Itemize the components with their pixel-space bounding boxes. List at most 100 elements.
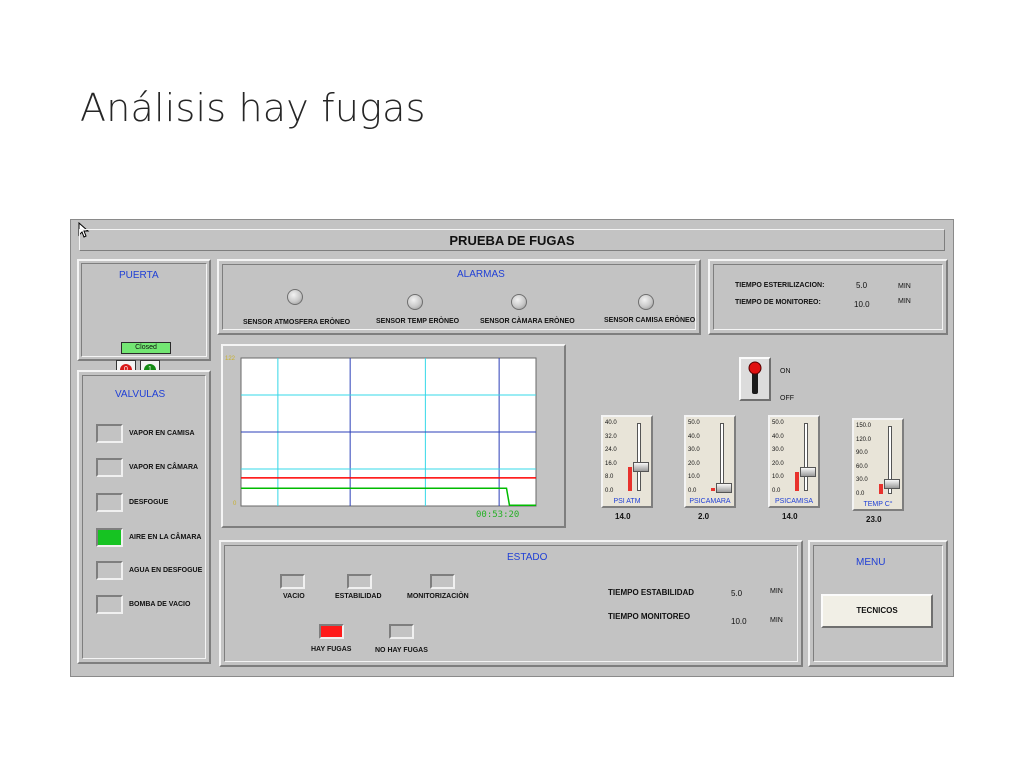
switch-on-label: ON: [780, 368, 791, 375]
gauge-caption: PSI ATM: [613, 498, 641, 505]
slide-title: Análisis hay fugas: [80, 86, 426, 130]
menu-title: MENU: [856, 557, 886, 568]
no-hay-fugas-label: NO HAY FUGAS: [375, 647, 428, 654]
alarm-label-temp: SENSOR TEMP ERÒNEO: [376, 318, 460, 325]
gauge-thumb[interactable]: [716, 483, 732, 494]
monitoreo-time-unit: MIN: [770, 617, 783, 624]
gauge-fill: [879, 483, 883, 494]
gauge-track: [720, 423, 724, 491]
gauge-tick-label: 50.0: [772, 420, 784, 426]
gauge-tick-label: 40.0: [772, 433, 784, 440]
gauge-value: 14.0: [782, 512, 798, 521]
gauge-tick-label: 16.0: [605, 460, 617, 467]
alarmas-title: ALARMAS: [457, 269, 505, 280]
gauge-fill: [795, 471, 799, 491]
gauge-caption: TEMP C°: [863, 501, 893, 508]
valvulas-title: VALVULAS: [115, 389, 166, 400]
esterilizacion-label: TIEMPO ESTERILIZACION:: [735, 282, 825, 289]
power-toggle-switch[interactable]: [739, 357, 771, 401]
gauge-tick-label: 120.0: [856, 436, 872, 443]
esterilizacion-unit: MIN: [898, 283, 911, 290]
valve-label: BOMBA DE VACIO: [129, 601, 191, 608]
hay-fugas-indicator: [319, 624, 344, 639]
gauge-tick-label: 32.0: [605, 433, 617, 440]
valve-label: DESFOGUE: [129, 499, 169, 506]
no-hay-fugas-indicator: [389, 624, 414, 639]
alarm-lamp-temp: [407, 294, 423, 310]
monitoreo-value: 10.0: [854, 300, 870, 309]
alarm-label-camara: SENSOR CÀMARA ERÒNEO: [480, 318, 575, 325]
gauge-tick-label: 30.0: [772, 447, 784, 454]
trend-y-max-label: 122: [225, 356, 236, 362]
alarmas-panel: ALARMAS SENSOR ATMOSFERA ERÒNEO SENSOR T…: [217, 259, 701, 335]
lever-icon: [748, 361, 762, 394]
valve-indicator[interactable]: [96, 458, 123, 477]
valve-indicator[interactable]: [96, 424, 123, 443]
monitoreo-unit: MIN: [898, 298, 911, 305]
window-title: PRUEBA DE FUGAS: [449, 233, 575, 248]
gauge-tick-label: 0.0: [772, 488, 781, 494]
valvulas-panel: VALVULAS VAPOR EN CAMISA VAPOR EN CÂMARA D…: [77, 370, 211, 664]
valve-indicator[interactable]: [96, 493, 123, 512]
gauge-tick-label: 0.0: [605, 488, 614, 494]
door-status-indicator: Closed: [121, 342, 171, 354]
estabilidad-label: ESTABILIDAD: [335, 593, 382, 600]
estabilidad-time-value: 5.0: [731, 589, 743, 598]
tecnicos-button[interactable]: TECNICOS: [821, 594, 933, 628]
monitoreo-label: TIEMPO DE MONITOREO:: [735, 299, 821, 306]
title-bar: PRUEBA DE FUGAS: [79, 229, 945, 251]
gauge-slider[interactable]: 40.0 32.0 24.0 16.0 8.0 0.0 PSI ATM: [601, 415, 653, 508]
estabilidad-time-unit: MIN: [770, 588, 783, 595]
gauge-tick-label: 50.0: [688, 420, 700, 426]
gauge-slider[interactable]: 50.0 40.0 30.0 20.0 10.0 0.0 PSICAMARA: [684, 415, 736, 508]
gauge-tick-label: 20.0: [688, 460, 700, 467]
gauge-tick-label: 30.0: [856, 477, 868, 484]
gauge-track: [637, 423, 641, 491]
gauge-thumb[interactable]: [633, 462, 649, 473]
monitorizacion-label: MONITORIZACIÒN: [407, 593, 469, 600]
gauge-fill: [711, 488, 715, 491]
gauge-tick-label: 20.0: [772, 460, 784, 467]
valve-indicator[interactable]: [96, 561, 123, 580]
trend-chart: 122 0 00:53:20: [221, 344, 566, 528]
estado-title: ESTADO: [507, 552, 548, 563]
alarm-lamp-camisa: [638, 294, 654, 310]
trend-y-min-label: 0: [233, 501, 237, 507]
gauge-tick-label: 40.0: [688, 433, 700, 440]
gauge-tick-label: 0.0: [688, 488, 697, 494]
gauge-caption: PSICAMARA: [689, 498, 731, 505]
gauge-tick-label: 60.0: [856, 463, 868, 470]
gauge-tick-label: 30.0: [688, 447, 700, 454]
gauge-caption: PSICAMISA: [774, 498, 814, 505]
vacio-indicator: [280, 574, 305, 589]
alarm-label-camisa: SENSOR CAMISA ERÒNEO: [604, 317, 696, 324]
gauge-slider[interactable]: 150.0 120.0 90.0 60.0 30.0 0.0 TEMP C°: [852, 418, 904, 511]
estabilidad-time-label: TIEMPO ESTABILIDAD: [608, 588, 695, 597]
valve-indicator[interactable]: [96, 595, 123, 614]
gauge-thumb[interactable]: [800, 466, 816, 477]
valve-label: AGUA EN DESFOGUE: [129, 567, 203, 574]
gauge-tick-label: 90.0: [856, 450, 868, 457]
trend-plot: [240, 357, 537, 507]
gauge-tick-label: 10.0: [688, 474, 700, 481]
hmi-window: PRUEBA DE FUGAS PUERTA Closed 0 1 ALARMA…: [70, 219, 954, 677]
switch-off-label: OFF: [780, 395, 794, 402]
alarm-lamp-camara: [511, 294, 527, 310]
hay-fugas-label: HAY FUGAS: [311, 646, 352, 653]
puerta-title: PUERTA: [119, 270, 159, 281]
gauge-fill: [628, 467, 632, 491]
puerta-panel: PUERTA Closed 0 1: [77, 259, 211, 380]
gauge-thumb[interactable]: [884, 478, 900, 489]
alarm-lamp-atmosfera: [287, 289, 303, 305]
gauge-slider[interactable]: 50.0 40.0 30.0 20.0 10.0 0.0 PSICAMISA: [768, 415, 820, 508]
gauge-value: 23.0: [866, 515, 882, 524]
esterilizacion-value: 5.0: [856, 281, 868, 290]
gauge-tick-label: 40.0: [605, 420, 617, 426]
gauge-tick-label: 24.0: [605, 447, 617, 454]
valve-indicator[interactable]: [96, 528, 123, 547]
gauge-tick-label: 10.0: [772, 474, 784, 481]
monitorizacion-indicator: [430, 574, 455, 589]
gauge-tick-label: 0.0: [856, 491, 865, 497]
tiempos-panel: TIEMPO ESTERILIZACION: 5.0 MIN TIEMPO DE…: [708, 259, 948, 335]
gauge-track: [804, 423, 808, 491]
